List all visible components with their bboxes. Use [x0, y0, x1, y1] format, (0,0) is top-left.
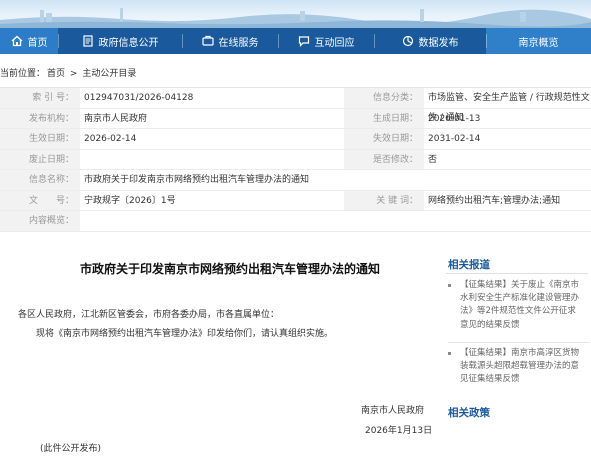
chart-icon — [402, 35, 413, 47]
service-icon — [201, 35, 214, 46]
created-value: 2026-01-13 — [428, 113, 481, 124]
docno-label: 文 号： — [0, 190, 80, 210]
chat-icon — [298, 36, 309, 47]
nav-item-data-release[interactable]: 数据发布 — [374, 28, 486, 54]
meta-row: 废止日期： 是否修改： 否 — [0, 149, 591, 170]
main-nav: 首页 政府信息公开 在线服务 互动回应 数据发布 南京概览 — [0, 28, 591, 54]
city-skyline-image — [0, 8, 591, 28]
modified-value: 否 — [428, 154, 438, 165]
header-banner — [0, 0, 591, 28]
breadcrumb-home-link[interactable]: 首页 — [47, 69, 65, 79]
nav-item-interaction[interactable]: 互动回应 — [278, 28, 374, 54]
breadcrumb-separator: > — [69, 69, 78, 79]
summary-label: 内容概览： — [0, 211, 80, 231]
nav-label: 数据发布 — [418, 37, 459, 49]
publisher-value: 南京市人民政府 — [84, 113, 148, 124]
nav-item-online-service[interactable]: 在线服务 — [182, 28, 278, 54]
meta-row: 发布机构： 南京市人民政府 生成日期： 2026-01-13 — [0, 108, 591, 129]
article-title: 市政府关于印发南京市网络预约出租汽车管理办法的通知 — [79, 262, 380, 276]
docno-value: 宁政规字〔2026〕1号 — [84, 195, 176, 206]
meta-row: 生效日期： 2026-02-14 失效日期： 2031-02-14 — [0, 129, 591, 150]
name-label: 信息名称： — [0, 170, 80, 190]
index-value: 012947031/2026-04128 — [84, 93, 194, 103]
nav-label: 在线服务 — [218, 37, 259, 49]
related-item-line: 装载源头超限超载管理办法的意 — [460, 361, 580, 372]
nav-label: 互动回应 — [314, 37, 355, 49]
nav-label: 政府信息公开 — [98, 37, 159, 49]
related-item-line: 法》等2件规范性文件公开征求 — [460, 306, 576, 317]
document-meta-table: 索 引 号： 012947031/2026-04128 信息分类： 市场监管、安… — [0, 87, 591, 232]
article-date: 2026年1月13日 — [365, 426, 433, 436]
article-note: (此件公开发布) — [40, 444, 102, 454]
related-item-line: 【征集结果】南京市高淳区货物 — [460, 348, 580, 358]
expiry-label: 失效日期： — [344, 129, 424, 149]
repeal-label: 废止日期： — [0, 149, 80, 169]
nav-item-nanjing-overview[interactable]: 南京概览 — [486, 28, 591, 54]
meta-row: 文 号： 宁政规字〔2026〕1号 关 键 词： 网络预约出租汽车;管理办法;通… — [0, 190, 591, 211]
keywords-value: 网络预约出租汽车;管理办法;通知 — [428, 195, 561, 206]
sidebar-item-divider — [448, 342, 590, 343]
article-body: 现将《南京市网络预约出租汽车管理办法》印发给你们，请认真组织实施。 — [36, 329, 334, 339]
created-label: 生成日期： — [344, 108, 424, 128]
breadcrumb-current[interactable]: 主动公开目录 — [82, 69, 136, 79]
sidebar-divider — [446, 273, 588, 274]
bullet-icon — [448, 352, 451, 355]
bullet-icon — [448, 284, 451, 287]
publisher-label: 发布机构： — [0, 108, 80, 128]
summary-value — [80, 211, 591, 231]
related-item-line: 【征集结果】关于废止《南京市 — [460, 280, 580, 290]
nav-item-gov-info[interactable]: 政府信息公开 — [58, 28, 182, 54]
effective-value: 2026-02-14 — [84, 134, 137, 144]
document-icon — [82, 35, 93, 47]
nav-label: 南京概览 — [518, 37, 559, 49]
category-value: 市场监管、安全生产监管 / 行政规范性文件 / 通知 — [428, 93, 590, 123]
article-signer: 南京市人民政府 — [361, 406, 425, 416]
article-recipients: 各区人民政府，江北新区管委会，市府各委办局，市各直属单位： — [18, 310, 280, 320]
modified-label: 是否修改： — [344, 149, 424, 169]
index-label: 索 引 号： — [0, 88, 80, 108]
related-item-line: 水利安全生产标准化建设管理办 — [460, 293, 580, 304]
nav-label: 首页 — [27, 37, 48, 49]
keywords-label: 关 键 词： — [344, 190, 424, 210]
meta-row: 内容概览： — [0, 211, 591, 232]
name-value: 市政府关于印发南京市网络预约出租汽车管理办法的通知 — [84, 175, 310, 185]
nav-item-home[interactable]: 首页 — [0, 28, 58, 54]
home-icon — [11, 35, 22, 47]
expiry-value: 2031-02-14 — [428, 134, 481, 144]
effective-label: 生效日期： — [0, 129, 80, 149]
category-label: 信息分类： — [344, 88, 424, 108]
meta-row: 信息名称： 市政府关于印发南京市网络预约出租汽车管理办法的通知 — [0, 170, 591, 191]
related-item[interactable]: 【征集结果】南京市高淳区货物 装载源头超限超载管理办法的意 见征集结果反馈 — [448, 347, 590, 387]
related-item-line: 见征集结果反馈 — [460, 374, 520, 385]
repeal-value — [80, 150, 344, 170]
breadcrumb: 当前位置： 首页 > 主动公开目录 — [0, 66, 138, 79]
related-item[interactable]: 【征集结果】关于废止《南京市 水利安全生产标准化建设管理办 法》等2件规范性文件… — [448, 279, 590, 332]
breadcrumb-prefix: 当前位置： — [0, 69, 46, 79]
related-item-line: 意见的结果反馈 — [460, 319, 520, 330]
meta-row: 索 引 号： 012947031/2026-04128 信息分类： 市场监管、安… — [0, 88, 591, 123]
related-reports-heading: 相关报道 — [448, 259, 490, 271]
related-policies-heading: 相关政策 — [448, 407, 490, 419]
